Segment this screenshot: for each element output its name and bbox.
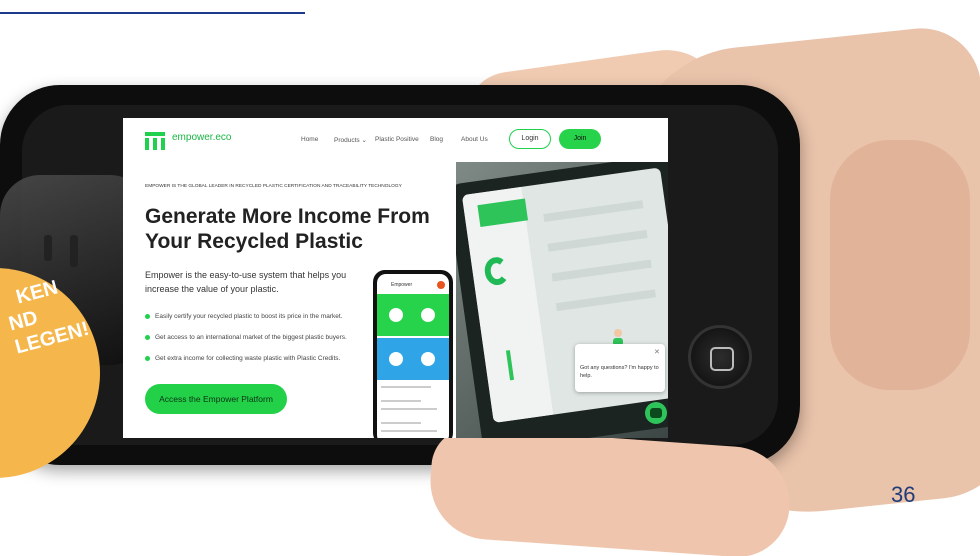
chat-message: Got any questions? I'm happy to help. <box>580 365 659 379</box>
tablet-device <box>456 162 668 438</box>
feature-bullet: Get access to an international market of… <box>145 334 347 341</box>
nav-products[interactable]: Products ⌄ <box>334 136 367 144</box>
home-button <box>688 325 752 389</box>
hero-headline: Generate More Income From Your Recycled … <box>145 205 430 253</box>
chat-icon <box>650 408 662 418</box>
hero-lead: Empower is the easy-to-use system that h… <box>145 270 347 294</box>
mini-phone-screen: Empower <box>377 274 449 438</box>
page-number: 36 <box>891 482 916 507</box>
eyebrow-text: EMPOWER IS THE GLOBAL LEADER IN RECYCLED… <box>145 184 402 189</box>
mini-list-line <box>381 422 421 424</box>
access-platform-button[interactable]: Access the Empower Platform <box>145 384 287 414</box>
chat-launcher-button[interactable] <box>645 402 667 424</box>
volume-button <box>70 235 78 267</box>
mini-list-line <box>381 430 437 432</box>
bottle-icon <box>389 352 403 366</box>
bullet-dot-icon <box>145 313 150 319</box>
nav-about-us[interactable]: About Us <box>461 136 488 143</box>
volume-button <box>44 235 52 261</box>
tablet-row <box>551 259 652 282</box>
bottle-icon <box>421 352 435 366</box>
mini-list-line <box>381 408 437 410</box>
bottle-icon <box>389 308 403 322</box>
chat-popup[interactable]: ✕ Got any questions? I'm happy to help. <box>575 344 665 392</box>
join-button[interactable]: Join <box>559 129 601 149</box>
bullet-dot-icon <box>145 355 150 361</box>
bullet-text: Easily certify your recycled plastic to … <box>155 313 343 320</box>
hand-shadow <box>830 140 970 390</box>
tablet-row <box>555 289 656 312</box>
bullet-text: Get extra income for collecting waste pl… <box>155 355 341 362</box>
nav-home[interactable]: Home <box>301 136 318 143</box>
tablet-row <box>543 200 644 223</box>
mini-blue-panel <box>377 338 449 380</box>
mini-app-title: Empower <box>391 282 413 288</box>
slide: empower.eco Home Products ⌄ Plastic Posi… <box>0 0 980 556</box>
login-button[interactable]: Login <box>509 129 551 149</box>
nav-blog[interactable]: Blog <box>430 136 443 143</box>
empower-logo-icon[interactable] <box>145 132 165 150</box>
bullet-text: Get access to an international market of… <box>155 334 347 341</box>
logo-text[interactable]: empower.eco <box>172 132 231 143</box>
bottle-icon <box>421 308 435 322</box>
nav-plastic-positive[interactable]: Plastic Positive <box>375 136 419 143</box>
tablet-row <box>547 229 648 252</box>
tablet-photo <box>456 162 668 438</box>
feature-bullet: Easily certify your recycled plastic to … <box>145 313 343 320</box>
site-navbar: empower.eco Home Products ⌄ Plastic Posi… <box>123 118 668 162</box>
bullet-dot-icon <box>145 334 150 340</box>
phone-screen: empower.eco Home Products ⌄ Plastic Posi… <box>123 118 668 438</box>
mini-green-panel <box>377 294 449 336</box>
close-icon[interactable]: ✕ <box>654 348 660 356</box>
home-square-icon <box>710 347 734 371</box>
mini-list-line <box>381 386 431 388</box>
mini-phone-mockup: Empower <box>373 270 453 438</box>
mini-app-logo-icon <box>437 281 445 289</box>
top-link-underline <box>0 0 305 14</box>
feature-bullet: Get extra income for collecting waste pl… <box>145 355 340 362</box>
mini-list-line <box>381 400 421 402</box>
